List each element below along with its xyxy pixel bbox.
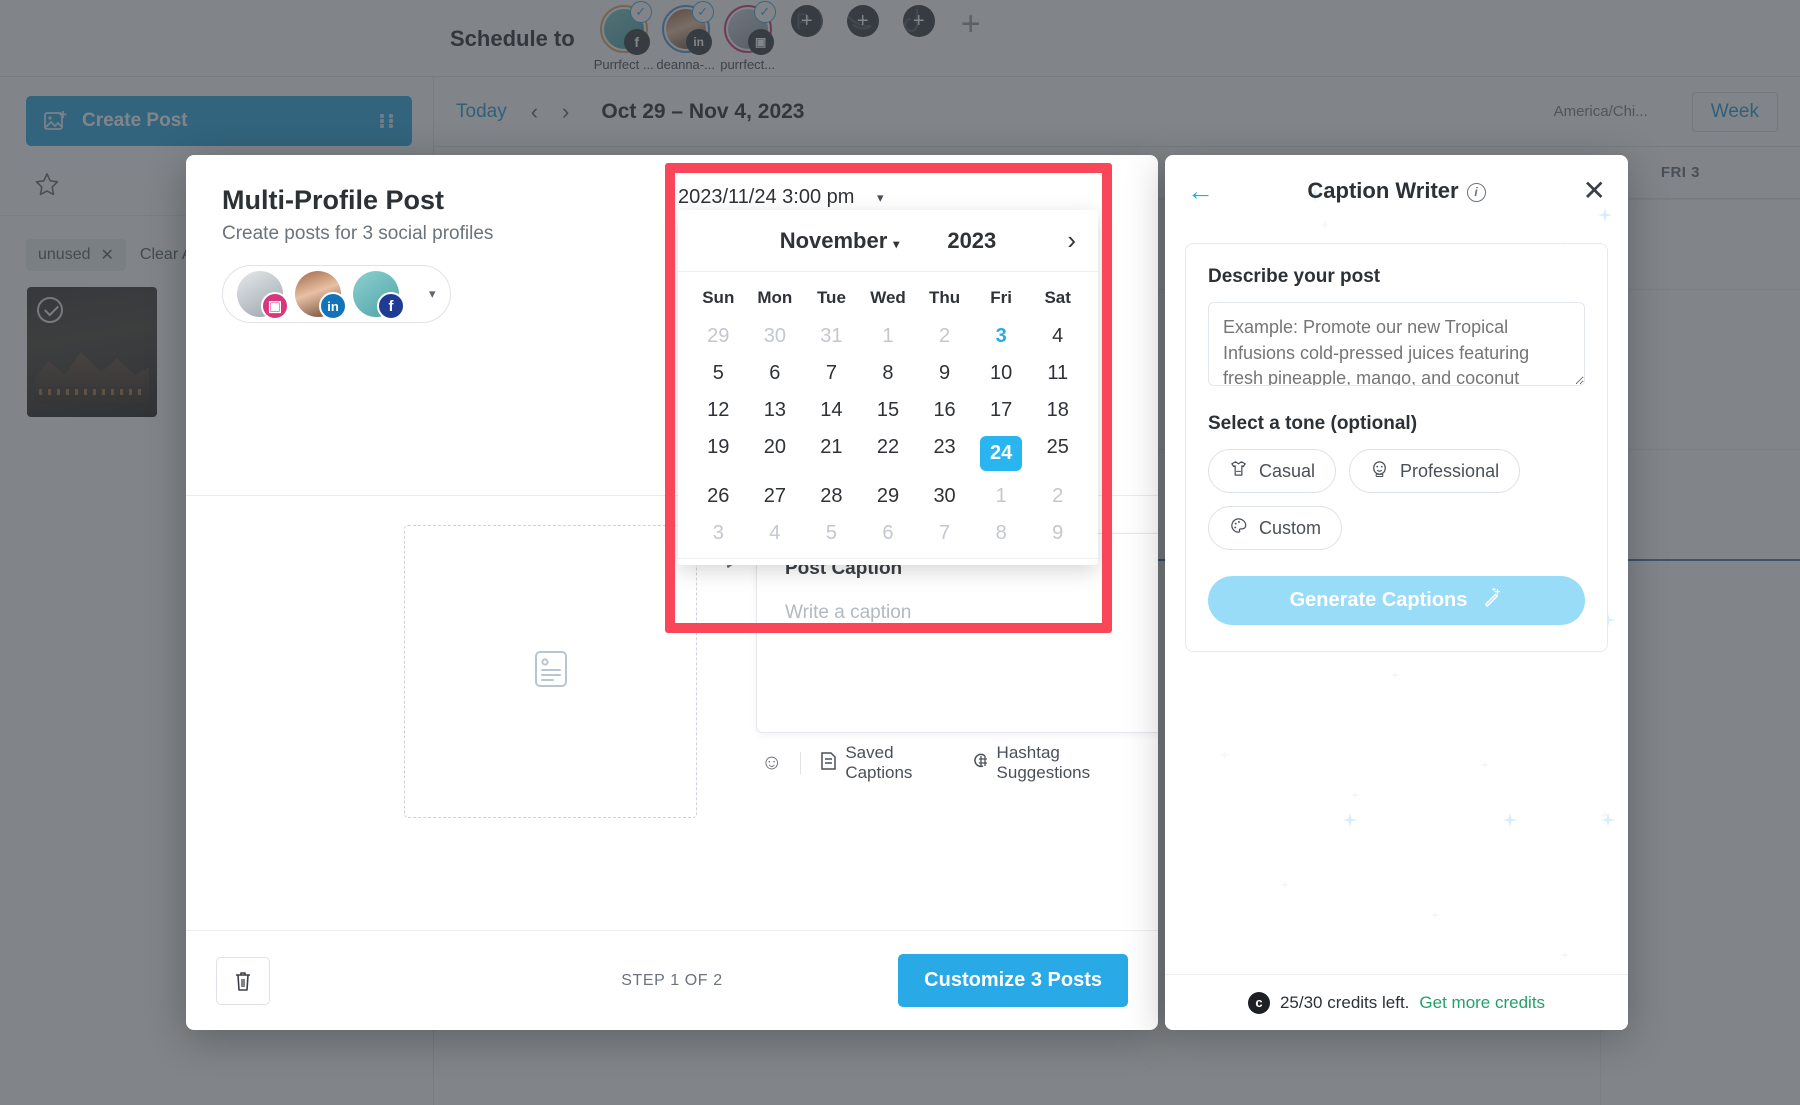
avatar-linkedin: in bbox=[295, 271, 347, 320]
facebook-badge-icon: f bbox=[377, 292, 405, 320]
modal-footer: STEP 1 OF 2 Customize 3 Posts bbox=[186, 930, 1158, 1030]
profile-selector[interactable]: ▣ in f ▾ bbox=[222, 265, 451, 323]
credits-icon: c bbox=[1247, 991, 1270, 1014]
caption-writer-form: Describe your post Select a tone (option… bbox=[1185, 243, 1608, 652]
saved-captions-button[interactable]: Saved Captions bbox=[819, 743, 946, 783]
panel-title-text: Caption Writer bbox=[1307, 178, 1459, 203]
instagram-badge-icon: ▣ bbox=[261, 292, 289, 320]
linkedin-badge-icon: in bbox=[319, 292, 347, 320]
caption-writer-header: ← Caption Writer i ✕ bbox=[1165, 155, 1628, 227]
panel-title: Caption Writer i bbox=[1165, 178, 1628, 204]
select-tone-label: Select a tone (optional) bbox=[1208, 413, 1418, 434]
customize-posts-button[interactable]: Customize 3 Posts bbox=[898, 954, 1128, 1007]
credits-text: 25/30 credits left. bbox=[1279, 992, 1410, 1012]
delete-button[interactable] bbox=[216, 956, 270, 1005]
describe-post-label: Describe your post bbox=[1208, 266, 1381, 287]
avatar-instagram: ▣ bbox=[237, 271, 289, 320]
palette-icon bbox=[1229, 516, 1248, 540]
media-dropzone[interactable] bbox=[404, 525, 697, 818]
tone-option-casual[interactable]: Casual bbox=[1208, 449, 1337, 493]
hashtag-icon bbox=[971, 752, 989, 775]
tshirt-icon bbox=[1229, 459, 1248, 483]
face-tie-icon bbox=[1370, 459, 1389, 483]
tone-label: Custom bbox=[1259, 517, 1322, 538]
hashtag-suggestions-button[interactable]: Hashtag Suggestions bbox=[971, 743, 1134, 783]
get-more-credits-link[interactable]: Get more credits bbox=[1419, 993, 1545, 1013]
screen-root: Upload Media Create Post bbox=[0, 0, 1800, 1105]
generate-captions-button[interactable]: Generate Captions bbox=[1208, 576, 1585, 625]
info-icon[interactable]: i bbox=[1466, 182, 1486, 202]
date-picker-highlight-wrap bbox=[665, 163, 1112, 633]
generate-captions-label: Generate Captions bbox=[1289, 589, 1468, 611]
chevron-down-icon[interactable]: ▾ bbox=[429, 286, 436, 302]
tone-option-professional[interactable]: Professional bbox=[1349, 449, 1521, 493]
magic-wand-icon bbox=[1481, 587, 1503, 615]
tone-options: Casual Professional Custom bbox=[1208, 449, 1585, 550]
caption-writer-panel: ← Caption Writer i ✕ Describe your post S… bbox=[1165, 155, 1628, 1030]
tone-label: Casual bbox=[1259, 460, 1316, 481]
avatar-facebook: f bbox=[353, 271, 405, 320]
trash-icon bbox=[236, 971, 250, 991]
back-arrow-icon[interactable]: ← bbox=[1187, 177, 1214, 205]
emoji-icon[interactable]: ☺ bbox=[761, 751, 782, 775]
saved-captions-icon bbox=[819, 751, 837, 775]
describe-post-input[interactable] bbox=[1208, 302, 1585, 386]
hashtag-suggestions-label: Hashtag Suggestions bbox=[996, 743, 1091, 782]
saved-captions-label: Saved Captions bbox=[845, 743, 913, 782]
tone-label: Professional bbox=[1400, 460, 1500, 481]
close-icon[interactable]: ✕ bbox=[1583, 177, 1606, 205]
highlight-rectangle bbox=[665, 163, 1112, 633]
divider bbox=[800, 752, 802, 774]
credits-footer: c 25/30 credits left. Get more credits bbox=[1165, 974, 1628, 1030]
document-placeholder-icon bbox=[534, 650, 568, 693]
caption-toolbar: ☺ Saved Captions Hashtag Suggestions bbox=[761, 743, 1158, 783]
tone-option-custom[interactable]: Custom bbox=[1208, 506, 1343, 550]
